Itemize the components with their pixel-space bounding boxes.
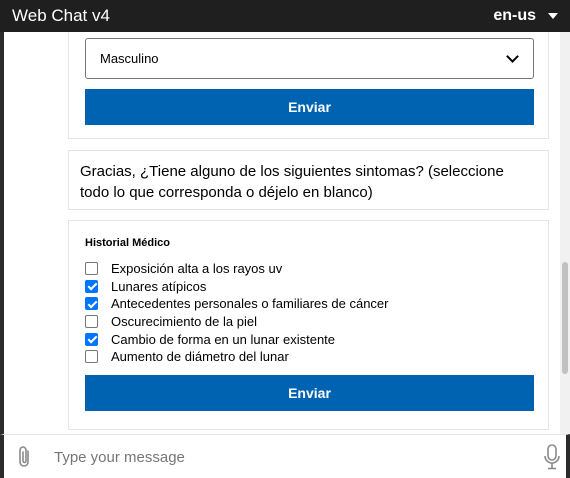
checkbox-label: Cambio de forma en un lunar existente	[111, 331, 336, 347]
checkbox[interactable]	[85, 279, 98, 293]
form-title: Historial Médico	[85, 237, 170, 249]
checkbox[interactable]	[85, 297, 98, 311]
checkbox-option[interactable]: Oscurecimiento de la piel	[85, 313, 389, 331]
checkbox-label: Aumento de diámetro del lunar	[111, 349, 289, 365]
checkbox-label: Antecedentes personales o familiares de …	[111, 296, 389, 312]
checkbox[interactable]	[85, 332, 98, 346]
checkbox-option[interactable]: Cambio de forma en un lunar existente	[85, 330, 389, 348]
checkbox-list: Exposición alta a los rayos uv Lunares a…	[85, 260, 389, 366]
language-label: en-us	[493, 7, 536, 24]
checkbox-option[interactable]: Exposición alta a los rayos uv	[85, 260, 389, 278]
scrollbar[interactable]	[560, 32, 570, 434]
send-box	[0, 434, 570, 478]
medical-history-card: Historial Médico Exposición alta a los r…	[68, 220, 549, 430]
checkbox-label: Exposición alta a los rayos uv	[111, 261, 283, 277]
checkbox[interactable]	[85, 315, 98, 329]
bot-message: Gracias, ¿Tiene alguno de los siguientes…	[68, 150, 549, 210]
checkbox-label: Lunares atípicos	[111, 278, 207, 294]
chevron-down-icon	[548, 13, 558, 19]
title-bar: Web Chat v4 en-us	[0, 0, 570, 32]
checkbox[interactable]	[85, 350, 98, 364]
gender-card: Masculino Enviar	[68, 32, 549, 139]
submit-button[interactable]: Enviar	[85, 89, 534, 125]
language-selector[interactable]: en-us	[493, 7, 558, 25]
submit-button[interactable]: Enviar	[85, 375, 534, 411]
checkbox-option[interactable]: Antecedentes personales o familiares de …	[85, 295, 389, 313]
paperclip-icon[interactable]	[16, 445, 34, 469]
chat-transcript[interactable]: Masculino Enviar Gracias, ¿Tiene alguno …	[0, 32, 570, 434]
chevron-down-icon	[506, 49, 519, 63]
message-input[interactable]	[54, 443, 494, 471]
microphone-icon[interactable]	[544, 444, 560, 470]
checkbox-label: Oscurecimiento de la piel	[111, 314, 257, 330]
checkbox-option[interactable]: Lunares atípicos	[85, 278, 389, 296]
checkbox[interactable]	[85, 262, 98, 276]
gender-select-value: Masculino	[100, 51, 159, 66]
gender-select[interactable]: Masculino	[85, 38, 534, 79]
checkbox-option[interactable]: Aumento de diámetro del lunar	[85, 348, 389, 366]
scrollbar-thumb[interactable]	[562, 262, 568, 374]
window-title: Web Chat v4	[12, 6, 110, 25]
